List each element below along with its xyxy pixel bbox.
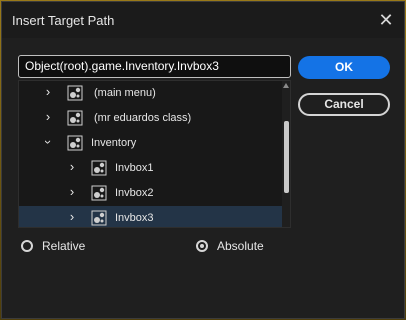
cancel-button[interactable]: Cancel	[298, 93, 390, 116]
chevron-down-icon[interactable]: ›	[41, 136, 56, 148]
relative-label: Relative	[42, 239, 86, 253]
dialog-title: Insert Target Path	[12, 13, 115, 28]
target-tree[interactable]: › (main menu) › (mr eduardos class) › In…	[18, 80, 291, 228]
tree-item-label: Invbox3	[115, 212, 154, 224]
tree-item-label: (mr eduardos class)	[94, 112, 192, 124]
movieclip-icon	[67, 110, 83, 126]
title-bar: Insert Target Path ✕	[2, 2, 404, 38]
absolute-label: Absolute	[217, 239, 264, 253]
tree-item-invbox3[interactable]: › Invbox3	[19, 206, 284, 227]
chevron-right-icon[interactable]: ›	[42, 110, 54, 124]
close-icon[interactable]: ✕	[376, 10, 396, 30]
chevron-right-icon[interactable]: ›	[66, 160, 78, 174]
tree-item-label: Inventory	[91, 137, 137, 149]
chevron-right-icon[interactable]: ›	[66, 210, 78, 224]
movieclip-icon	[91, 210, 107, 226]
tree-item-invbox2[interactable]: › Invbox2	[19, 181, 284, 206]
tree-item-inventory[interactable]: › Inventory	[19, 131, 284, 156]
scroll-up-arrow-icon[interactable]	[283, 83, 289, 89]
movieclip-icon	[67, 135, 83, 151]
tree-item-mr-eduardos-class[interactable]: › (mr eduardos class)	[19, 106, 284, 131]
tree-item-label: Invbox2	[115, 187, 154, 199]
tree-scrollbar[interactable]	[282, 81, 290, 227]
ok-button[interactable]: OK	[298, 56, 390, 79]
chevron-right-icon[interactable]: ›	[42, 85, 54, 99]
tree-item-invbox1[interactable]: › Invbox1	[19, 156, 284, 181]
movieclip-icon	[91, 185, 107, 201]
absolute-radio-circle[interactable]	[196, 240, 208, 252]
chevron-right-icon[interactable]: ›	[66, 185, 78, 199]
tree-item-main-menu[interactable]: › (main menu)	[19, 81, 284, 106]
movieclip-icon	[67, 85, 83, 101]
target-path-input[interactable]: Object(root).game.Inventory.Invbox3	[18, 55, 291, 78]
tree-item-label: (main menu)	[94, 87, 156, 99]
tree-item-label: Invbox1	[115, 162, 154, 174]
movieclip-icon	[91, 160, 107, 176]
scrollbar-thumb[interactable]	[284, 121, 289, 193]
insert-target-path-dialog: Insert Target Path ✕ Object(root).game.I…	[1, 1, 405, 319]
relative-radio-circle[interactable]	[21, 240, 33, 252]
